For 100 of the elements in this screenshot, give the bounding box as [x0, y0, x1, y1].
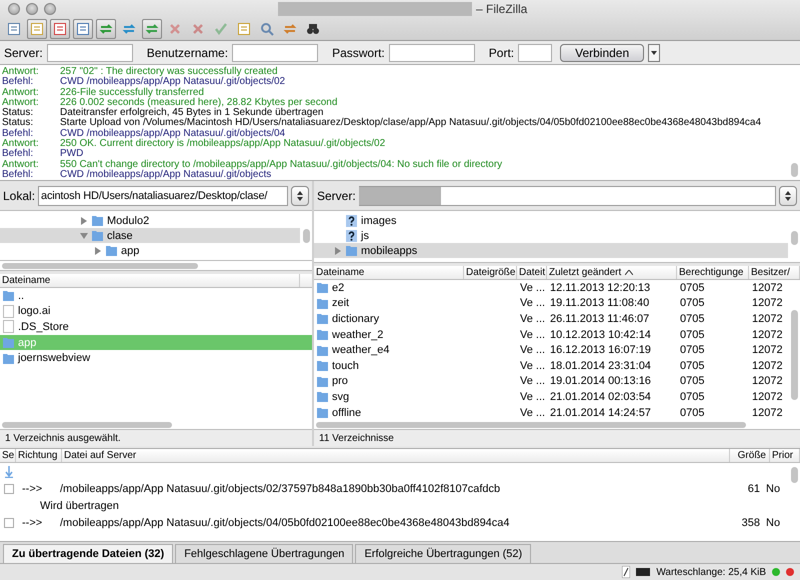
status-light — [772, 568, 780, 576]
file-name: weather_2 — [332, 328, 384, 341]
log-label: Befehl: — [2, 128, 34, 139]
input-field[interactable] — [46, 44, 133, 62]
tree-item[interactable]: app — [0, 243, 300, 258]
folder-icon — [317, 313, 328, 324]
scrollbar-thumb[interactable] — [2, 422, 172, 428]
table-cell-text: 12072 — [751, 390, 784, 403]
file-name: dictionary — [332, 312, 380, 325]
table-cell-text: 0705 — [679, 328, 706, 341]
column-header[interactable]: Zuletzt geändert — [547, 266, 677, 279]
status-light — [786, 568, 794, 576]
table-cell-text: 16.12.2013 16:07:19 — [549, 344, 652, 356]
table-cell-text: 12072 — [751, 375, 784, 388]
arrows-icon — [145, 22, 159, 36]
column-header[interactable]: Dateit — [517, 266, 547, 279]
disclosure-triangle-icon[interactable] — [334, 246, 342, 254]
path-dropdown-button[interactable] — [779, 186, 797, 206]
arrows-icon — [99, 22, 113, 36]
path-field[interactable] — [358, 186, 776, 206]
field-label: Server: — [4, 46, 43, 60]
sort-caret-icon — [625, 270, 634, 275]
path-dropdown-button[interactable] — [291, 186, 309, 206]
window-button[interactable] — [26, 3, 38, 15]
column-header[interactable]: Datei auf Server — [62, 449, 730, 462]
field-label: Passwort: — [332, 46, 385, 60]
tab[interactable]: Zu übertragende Dateien (32) — [3, 544, 174, 563]
folder-icon — [317, 298, 328, 309]
tree-item[interactable]: Modulo2 — [0, 213, 300, 228]
checkbox[interactable] — [4, 484, 14, 494]
queue-size: Warteschlange: 25,4 KiB — [656, 566, 766, 578]
path-label: Lokal: — [3, 188, 36, 202]
file-row[interactable]: .. — [0, 288, 312, 304]
column-header[interactable]: Dateigröße — [464, 266, 517, 279]
tree-item[interactable]: js — [314, 228, 788, 243]
folder-icon — [317, 329, 328, 340]
table-cell-text: 26.11.2013 11:46:07 — [549, 312, 650, 325]
window-title: – FileZilla — [476, 2, 528, 16]
question-mark-icon — [346, 230, 357, 242]
column-header[interactable]: Größe — [730, 449, 770, 462]
tree-item[interactable]: clase — [0, 228, 300, 243]
log-label: Befehl: — [2, 170, 34, 180]
input-field[interactable] — [232, 44, 318, 62]
log-label: Befehl: — [2, 77, 34, 88]
log-label: Antwort: — [2, 98, 40, 108]
scrollbar-thumb[interactable] — [316, 422, 746, 428]
scrollbar-thumb[interactable] — [303, 229, 310, 243]
column-header[interactable]: Richtung — [16, 449, 62, 462]
toolbar-button[interactable] — [73, 19, 93, 39]
table-cell-text: 19.11.2013 11:08:40 — [549, 297, 650, 310]
priority-text: No — [766, 516, 780, 528]
tab[interactable]: Fehlgeschlagene Übertragungen — [175, 544, 354, 563]
column-header[interactable]: Berechtigunge — [677, 266, 749, 279]
column-header[interactable]: Dateiname — [314, 266, 464, 279]
scrollbar-thumb[interactable] — [791, 310, 798, 400]
connect-button[interactable]: Verbinden — [560, 44, 644, 62]
window-button[interactable] — [44, 3, 56, 15]
file-size: 358 — [740, 516, 760, 528]
table-cell-text: Ve ... — [519, 312, 546, 325]
log-message: Dateitransfer erfolgreich, 45 Bytes in 1 Sekunde übertragen — [60, 108, 324, 118]
cross-icon — [168, 22, 182, 36]
transfer-direction: -->> — [22, 482, 44, 494]
tree-item[interactable]: images — [314, 213, 788, 228]
download-arrow-icon — [5, 466, 13, 478]
column-header[interactable]: Prior — [770, 449, 800, 462]
file-name: .DS_Store — [18, 320, 69, 333]
column-header[interactable]: Se — [0, 449, 16, 462]
checkbox[interactable] — [4, 518, 14, 528]
binoculars-icon — [306, 22, 320, 36]
log-message: 550 Can't change directory to /mobileapps/app/App Natasuu/.git/objects/04: No such file or directory — [60, 160, 502, 170]
window-button[interactable] — [8, 3, 20, 15]
path-field[interactable]: acintosh HD/Users/nataliasuarez/Desktop/clase/ — [38, 186, 288, 206]
folder-icon — [317, 344, 328, 356]
dropdown-button[interactable] — [648, 44, 660, 62]
scrollbar-thumb[interactable] — [791, 231, 798, 245]
file-icon — [3, 320, 14, 334]
table-cell-text: 12072 — [751, 297, 784, 310]
column-header[interactable]: Besitzer/ — [749, 266, 800, 279]
scrollbar-thumb[interactable] — [791, 467, 798, 483]
table-cell-text: 0705 — [679, 406, 706, 419]
folder-icon — [317, 391, 328, 402]
scrollbar-thumb[interactable] — [2, 262, 198, 268]
file-path: /mobileapps/app/App Natasuu/.git/objects/04/05b0fd02100ee88ec0be4368e48043bd894ca4 — [60, 516, 511, 528]
status-text: 11 Verzeichnisse — [314, 430, 800, 446]
file-row[interactable]: joernswebview — [0, 350, 312, 366]
file-row[interactable]: logo.ai — [0, 304, 312, 320]
file-row[interactable]: .DS_Store — [0, 319, 312, 335]
log-message: PWD — [60, 149, 84, 160]
toolbar-button[interactable] — [50, 19, 70, 39]
question-mark-icon — [346, 214, 357, 226]
folder-icon — [346, 245, 357, 256]
scrollbar-thumb[interactable] — [791, 163, 798, 177]
folder-icon — [106, 245, 117, 256]
tree-item[interactable]: mobileapps — [314, 243, 788, 258]
table-cell-text: 0705 — [679, 375, 706, 388]
file-icon — [3, 304, 14, 318]
input-field[interactable] — [518, 44, 552, 62]
tab[interactable]: Erfolgreiche Übertragungen (52) — [355, 544, 532, 563]
input-field[interactable] — [388, 44, 475, 62]
table-cell-text: 0705 — [679, 282, 706, 294]
